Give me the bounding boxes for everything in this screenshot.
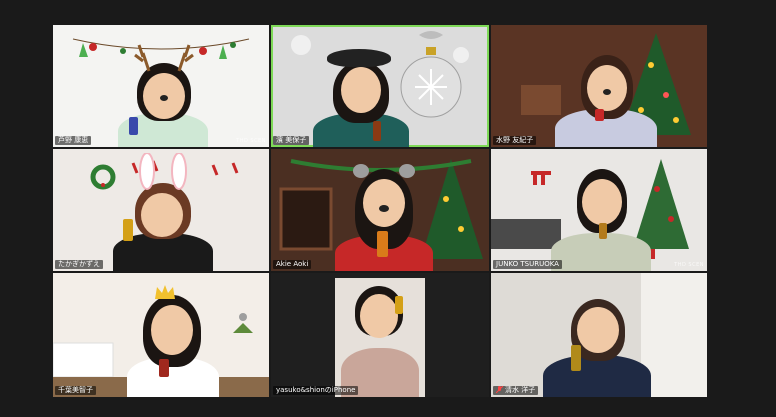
participant-tile[interactable]: JUNKO TSURUOKA THD SCEN bbox=[491, 149, 707, 271]
participant-tile[interactable]: たかぎかずえ bbox=[53, 149, 269, 271]
bunny-ears-icon bbox=[139, 153, 187, 190]
participant-video bbox=[113, 44, 213, 147]
crown-icon bbox=[155, 285, 175, 299]
participant-name-label: JUNKO TSURUOKA bbox=[493, 260, 562, 269]
participant-video bbox=[547, 157, 657, 271]
participant-name-label: 千葉美智子 bbox=[55, 386, 96, 395]
participant-name-label: たかぎかずえ bbox=[55, 260, 103, 269]
video-gallery: 芦野 康恵 THD SCEN 濱 美保子 水野 友紀子 たかぎかずえ Akie … bbox=[0, 0, 776, 417]
participant-tile[interactable]: 水野 友紀子 bbox=[491, 25, 707, 147]
participant-video bbox=[311, 43, 411, 147]
participant-tile[interactable]: Akie Aoki bbox=[271, 149, 489, 271]
participant-name-label: 濱 美保子 bbox=[273, 136, 310, 145]
participant-video bbox=[123, 283, 223, 397]
participant-video bbox=[335, 278, 425, 397]
participant-video bbox=[103, 153, 223, 271]
participant-tile-active-speaker[interactable]: 濱 美保子 bbox=[271, 25, 489, 147]
video-feed bbox=[335, 278, 425, 397]
participant-video bbox=[329, 159, 439, 271]
participant-tile[interactable]: 清水 洋子 bbox=[491, 273, 707, 397]
beret-hat bbox=[327, 49, 391, 67]
watermark-text: THD SCEN bbox=[674, 262, 704, 268]
participant-name-label: yasuko&shionのiPhone bbox=[273, 386, 359, 395]
participant-name-label: 芦野 康恵 bbox=[55, 136, 92, 145]
participant-name-text: 清水 洋子 bbox=[505, 386, 536, 394]
reindeer-antlers-icon bbox=[134, 44, 194, 72]
participant-tile[interactable]: yasuko&shionのiPhone bbox=[271, 273, 489, 397]
watermark-text: THD SCEN bbox=[236, 138, 266, 144]
participant-tile[interactable]: 芦野 康恵 THD SCEN bbox=[53, 25, 269, 147]
participant-video bbox=[551, 45, 661, 147]
participant-name-label: 清水 洋子 bbox=[493, 385, 539, 395]
participant-video bbox=[537, 293, 657, 397]
mic-muted-icon bbox=[495, 385, 504, 394]
participant-name-label: Akie Aoki bbox=[273, 260, 312, 269]
participant-tile[interactable]: 千葉美智子 bbox=[53, 273, 269, 397]
participant-name-label: 水野 友紀子 bbox=[493, 136, 537, 145]
animal-ears-icon bbox=[353, 164, 415, 178]
